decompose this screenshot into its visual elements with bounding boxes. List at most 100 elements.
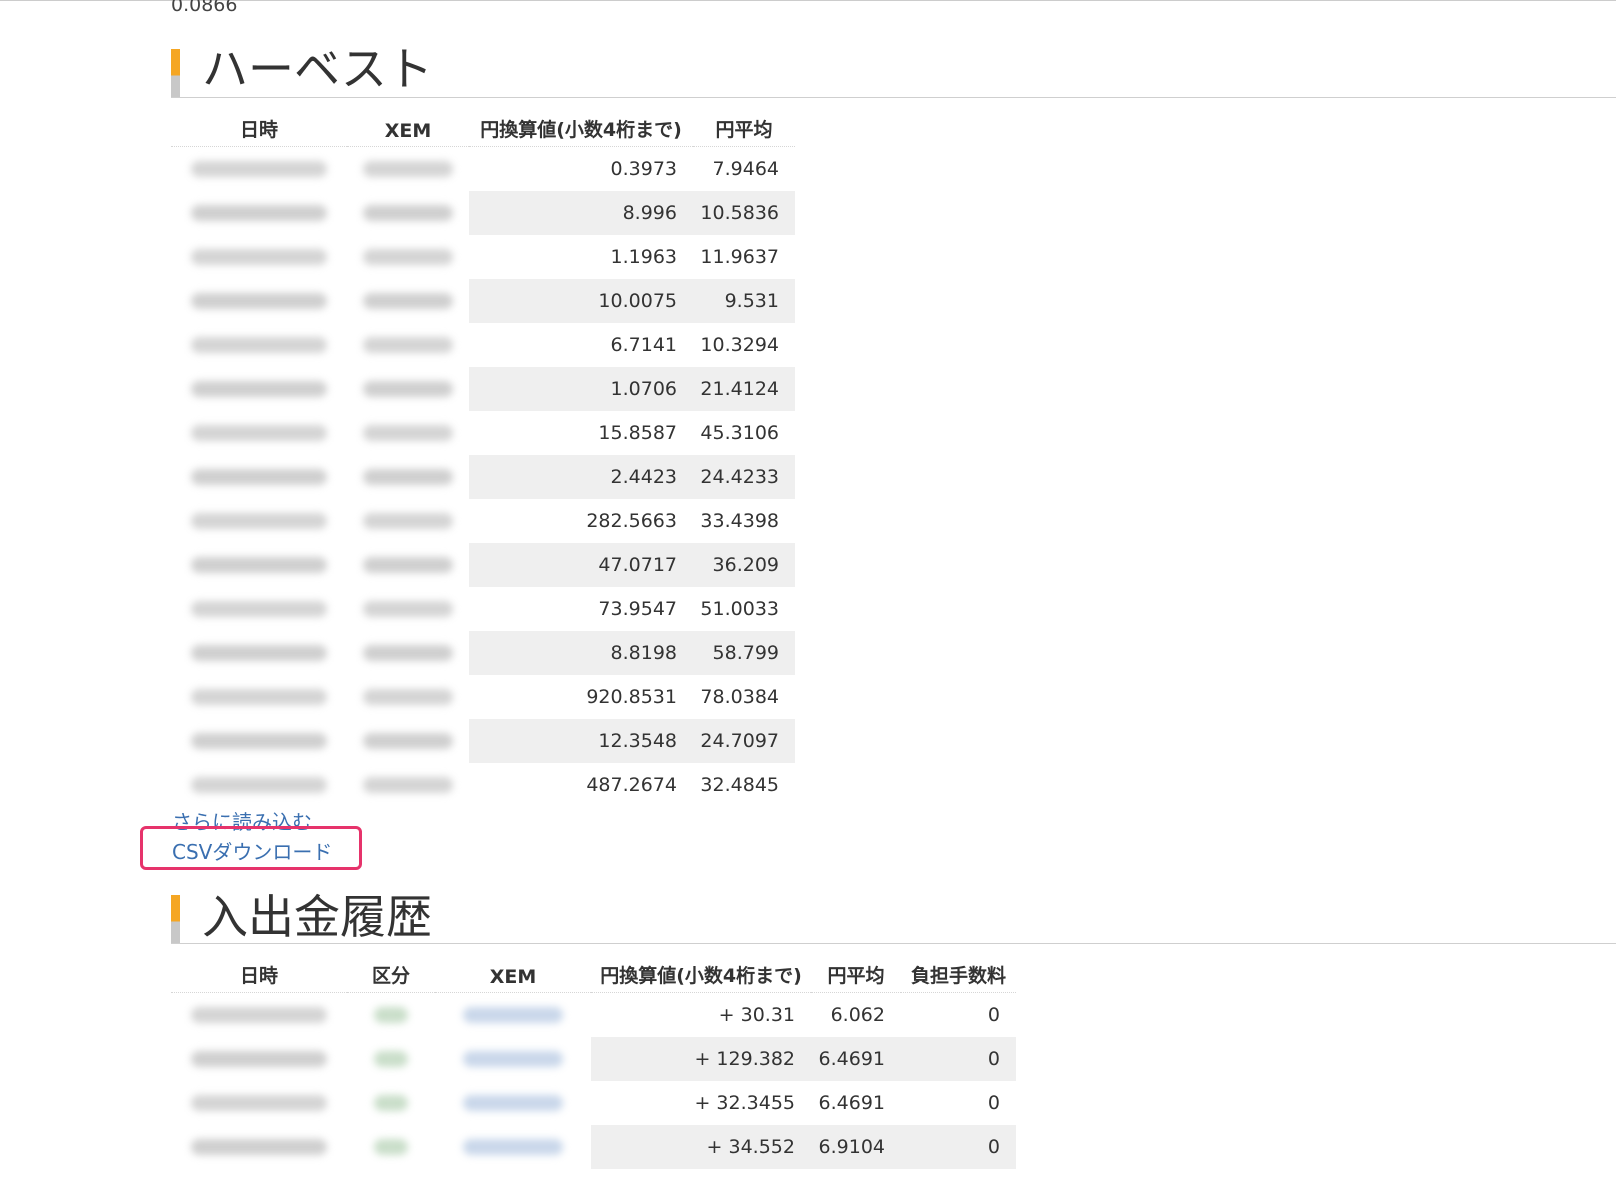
- average-value: 6.062: [830, 1004, 885, 1026]
- table-row: 15.8587 45.3106: [171, 411, 795, 455]
- redacted-datetime: [171, 499, 347, 543]
- redacted-xem: [435, 1125, 591, 1169]
- table-row: 0.3973 7.9464: [171, 146, 795, 191]
- jpy-value: 282.5663: [586, 510, 677, 532]
- table-row: + 30.31 6.062 0: [171, 992, 1016, 1037]
- redacted-datetime: [171, 411, 347, 455]
- table-row: 2.4423 24.4233: [171, 455, 795, 499]
- column-header-jpy: 円換算値(小数4桁まで): [469, 102, 693, 147]
- redacted-datetime: [171, 455, 347, 499]
- redacted-datetime: [171, 1125, 347, 1169]
- table-row: 12.3548 24.7097: [171, 719, 795, 763]
- fee-value: 0: [987, 1004, 1000, 1026]
- redacted-type: [347, 1081, 435, 1125]
- redacted-datetime: [171, 543, 347, 587]
- csv-download-highlight: [140, 826, 362, 870]
- redacted-type: [347, 1125, 435, 1169]
- deposits-table: 日時 区分 XEM 円換算値(小数4桁まで) 円平均 負担手数料 + 30.31…: [171, 948, 1016, 1169]
- top-border: [0, 0, 1616, 1]
- redacted-xem: [347, 235, 469, 279]
- harvest-title: ハーベスト: [202, 42, 433, 96]
- average-value: 33.4398: [700, 510, 779, 532]
- jpy-value: 10.0075: [469, 279, 693, 323]
- average-value: 9.531: [693, 279, 795, 323]
- jpy-value: 8.996: [469, 191, 693, 235]
- table-row: + 32.3455 6.4691 0: [171, 1081, 1016, 1125]
- table-row: + 129.382 6.4691 0: [171, 1037, 1016, 1081]
- redacted-xem: [347, 455, 469, 499]
- redacted-xem: [347, 279, 469, 323]
- deposits-header-row: 日時 区分 XEM 円換算値(小数4桁まで) 円平均 負担手数料: [171, 948, 1016, 993]
- redacted-xem: [347, 323, 469, 367]
- average-value: 21.4124: [693, 367, 795, 411]
- average-value: 6.4691: [811, 1037, 901, 1081]
- redacted-xem: [347, 499, 469, 543]
- jpy-value: 1.0706: [469, 367, 693, 411]
- fee-value: 0: [901, 1125, 1016, 1169]
- redacted-datetime: [171, 1037, 347, 1081]
- redacted-datetime: [171, 719, 347, 763]
- redacted-datetime: [171, 631, 347, 675]
- jpy-value: 73.9547: [598, 598, 677, 620]
- table-row: 1.0706 21.4124: [171, 367, 795, 411]
- table-row: 6.7141 10.3294: [171, 323, 795, 367]
- average-value: 6.9104: [811, 1125, 901, 1169]
- column-header-xem: XEM: [435, 948, 591, 993]
- column-header-fee: 負担手数料: [901, 948, 1016, 993]
- title-accent-bar: [171, 895, 180, 943]
- harvest-table: 日時 XEM 円換算値(小数4桁まで) 円平均 0.3973 7.9464 8.99…: [171, 102, 795, 807]
- average-value: 32.4845: [700, 774, 779, 796]
- redacted-xem: [435, 1037, 591, 1081]
- redacted-xem: [347, 367, 469, 411]
- table-row: 8.996 10.5836: [171, 191, 795, 235]
- previous-value: 0.0866: [171, 0, 238, 16]
- redacted-xem: [347, 146, 469, 191]
- jpy-value: 2.4423: [469, 455, 693, 499]
- average-value: 10.5836: [693, 191, 795, 235]
- jpy-value: + 129.382: [591, 1037, 811, 1081]
- average-value: 11.9637: [700, 246, 779, 268]
- average-value: 24.4233: [693, 455, 795, 499]
- redacted-datetime: [171, 1081, 347, 1125]
- redacted-datetime: [171, 279, 347, 323]
- column-header-average: 円平均: [811, 948, 901, 993]
- column-header-xem: XEM: [347, 102, 469, 147]
- redacted-xem: [347, 191, 469, 235]
- column-header-datetime: 日時: [171, 102, 347, 147]
- table-row: 8.8198 58.799: [171, 631, 795, 675]
- column-header-datetime: 日時: [171, 948, 347, 993]
- redacted-datetime: [171, 763, 347, 807]
- table-row: + 34.552 6.9104 0: [171, 1125, 1016, 1169]
- average-value: 78.0384: [700, 686, 779, 708]
- table-row: 10.0075 9.531: [171, 279, 795, 323]
- harvest-header-row: 日時 XEM 円換算値(小数4桁まで) 円平均: [171, 102, 795, 147]
- jpy-value: 12.3548: [469, 719, 693, 763]
- redacted-xem: [347, 543, 469, 587]
- table-row: 1.1963 11.9637: [171, 235, 795, 279]
- title-accent-bar: [171, 49, 180, 97]
- jpy-value: 0.3973: [610, 158, 677, 180]
- redacted-xem: [347, 411, 469, 455]
- average-value: 7.9464: [712, 158, 779, 180]
- redacted-datetime: [171, 367, 347, 411]
- redacted-xem: [347, 763, 469, 807]
- redacted-xem: [347, 675, 469, 719]
- average-value: 51.0033: [700, 598, 779, 620]
- redacted-datetime: [171, 323, 347, 367]
- table-row: 282.5663 33.4398: [171, 499, 795, 543]
- redacted-xem: [347, 587, 469, 631]
- jpy-value: 1.1963: [610, 246, 677, 268]
- redacted-datetime: [171, 675, 347, 719]
- deposits-section-title: 入出金履歴: [171, 891, 1616, 944]
- column-header-type: 区分: [347, 948, 435, 993]
- redacted-xem: [347, 719, 469, 763]
- fee-value: 0: [901, 1037, 1016, 1081]
- redacted-type: [347, 1037, 435, 1081]
- redacted-datetime: [171, 587, 347, 631]
- redacted-datetime: [171, 992, 347, 1037]
- harvest-section-title: ハーベスト: [171, 43, 1616, 98]
- jpy-value: + 32.3455: [694, 1092, 795, 1114]
- jpy-value: 8.8198: [469, 631, 693, 675]
- jpy-value: + 30.31: [718, 1004, 795, 1026]
- deposits-title: 入出金履歴: [202, 890, 432, 944]
